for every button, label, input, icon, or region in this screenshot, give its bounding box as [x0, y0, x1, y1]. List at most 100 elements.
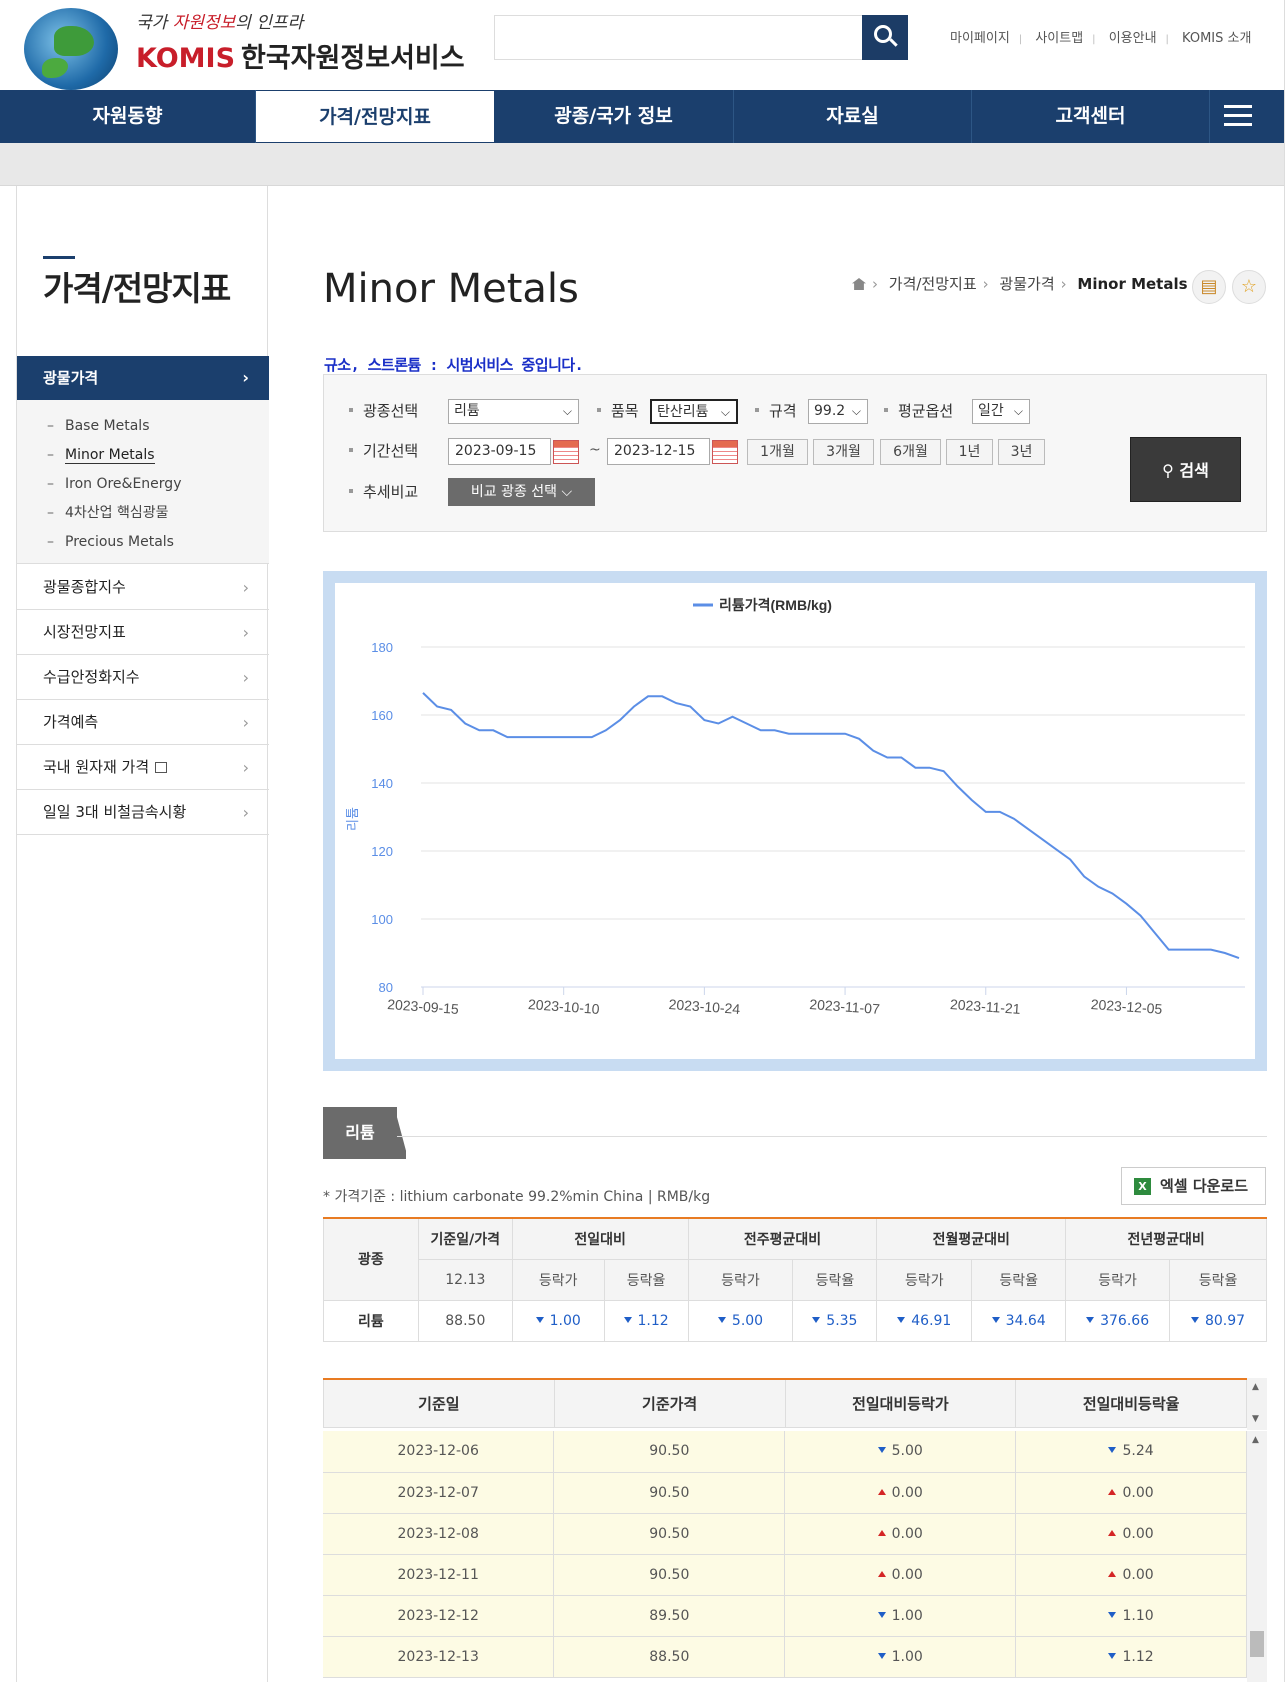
history-amt: 0.00: [784, 1472, 1017, 1514]
header-scrollbar[interactable]: ▲ ▼: [1247, 1378, 1267, 1430]
breadcrumb-item[interactable]: 가격/전망지표: [889, 275, 977, 293]
lnb-item-domestic-price[interactable]: 국내 원자재 가격 ›: [17, 745, 269, 790]
lnb-item-daily-metals[interactable]: 일일 3대 비철금속시황 ›: [17, 790, 269, 835]
period-3m-button[interactable]: 3개월: [813, 439, 874, 465]
arrow-up-icon: [877, 1529, 886, 1536]
chart-container: 80 100 120 140 160 180 2023-09-15 2023-10-10 202…: [323, 571, 1267, 1071]
lnb-item-market-outlook[interactable]: 시장전망지표 ›: [17, 610, 269, 655]
table-row: 2023-12-06 90.50 5.00 5.24: [323, 1431, 1247, 1473]
lnb-item-supply-index[interactable]: 수급안정화지수 ›: [17, 655, 269, 700]
logo-name[interactable]: KOMIS 한국자원정보서비스: [136, 36, 465, 75]
summary-sub-amt: 등락가: [687, 1258, 794, 1301]
period-6m-button[interactable]: 6개월: [880, 439, 941, 465]
history-rate: 0.00: [1015, 1513, 1247, 1555]
tab-lithium[interactable]: 리튬: [323, 1107, 397, 1159]
arrow-down-icon: [535, 1316, 544, 1323]
calendar-icon[interactable]: [712, 440, 738, 464]
lnb-sub-iron-ore[interactable]: Iron Ore&Energy: [17, 470, 269, 499]
compare-mineral-button[interactable]: 비교 광종 선택 ⌵: [448, 478, 595, 506]
spec-select[interactable]: 99.2 ⌵: [808, 399, 868, 424]
print-icon[interactable]: ▤: [1192, 270, 1226, 304]
x-tick-label: 2023-09-15: [387, 996, 460, 1017]
arrow-down-icon: [1086, 1316, 1095, 1323]
util-link-about[interactable]: KOMIS 소개: [1182, 31, 1251, 46]
history-rate: 0.00: [1015, 1472, 1247, 1514]
summary-date: 12.13: [417, 1258, 513, 1301]
trend-compare-label: 추세비교: [349, 481, 418, 502]
logo-globe-icon[interactable]: [24, 8, 118, 90]
period-label: 기간선택: [349, 440, 418, 461]
period-1m-button[interactable]: 1개월: [747, 439, 808, 465]
y-axis-label: 리튬: [345, 807, 360, 831]
period-1y-button[interactable]: 1년: [946, 439, 993, 465]
gnb-item-customer-center[interactable]: 고객센터: [972, 90, 1210, 143]
search-button[interactable]: [862, 15, 908, 60]
arrow-up-icon: [1108, 1529, 1117, 1536]
history-table-header: 기준일 기준가격 전일대비등락가 전일대비등락율: [323, 1378, 1247, 1428]
menu-icon[interactable]: [1224, 105, 1252, 127]
y-tick-label: 140: [371, 776, 393, 791]
date-to-input[interactable]: 2023-12-15: [607, 438, 710, 465]
lnb-sub-minor-metals[interactable]: Minor Metals: [17, 441, 269, 470]
chevron-right-icon: ›: [242, 668, 249, 687]
calendar-icon[interactable]: [553, 440, 579, 464]
history-amt: 1.00: [784, 1636, 1017, 1678]
lnb-item-price-forecast[interactable]: 가격예측 ›: [17, 700, 269, 745]
lnb-item-composite-index[interactable]: 광물종합지수 ›: [17, 565, 269, 610]
lnb-item-label: 광물가격: [43, 369, 99, 387]
lnb-sub-base-metals[interactable]: Base Metals: [17, 412, 269, 441]
chevron-down-icon: ⌵: [1013, 404, 1023, 418]
util-link-guide[interactable]: 이용안내: [1109, 31, 1157, 46]
history-price: 90.50: [553, 1472, 786, 1514]
avg-option-label: 평균옵션: [884, 400, 953, 421]
scroll-thumb[interactable]: [1250, 1631, 1264, 1657]
summary-day-amt: 1.00: [511, 1299, 605, 1342]
avg-option-select[interactable]: 일간 ⌵: [972, 399, 1030, 424]
service-notice: 규소, 스트론튬 : 시범서비스 중입니다.: [324, 356, 584, 374]
x-tick-label: 2023-10-10: [527, 996, 600, 1017]
gnb-item-resource-trend[interactable]: 자원동향: [0, 90, 256, 143]
tab-divider: [397, 1136, 1267, 1137]
gnb-item-library[interactable]: 자료실: [734, 90, 972, 143]
item-select[interactable]: 탄산리튬 ⌵: [650, 399, 738, 424]
main-navigation: 자원동향 가격/전망지표 광종/국가 정보 자료실 고객센터: [0, 90, 1285, 143]
y-tick-label: 80: [379, 980, 393, 995]
star-icon[interactable]: ☆: [1232, 270, 1266, 304]
search-input[interactable]: [494, 15, 862, 60]
site-header: 국가 자원정보의 인프라 KOMIS 한국자원정보서비스 마이페이지 | 사이트맵 |…: [0, 0, 1285, 90]
history-header-amt: 전일대비등락가: [784, 1378, 1017, 1428]
side-navigation: 가격/전망지표 광물가격 › Base Metals Minor Metals I…: [16, 186, 269, 1682]
lnb-sub-4th-industry[interactable]: 4차산업 핵심광물: [17, 499, 269, 528]
util-link-mypage[interactable]: 마이페이지: [950, 31, 1010, 46]
gnb-item-mineral-country[interactable]: 광종/국가 정보: [494, 90, 734, 143]
y-tick-label: 120: [371, 844, 393, 859]
summary-year-rate: 80.97: [1169, 1299, 1267, 1342]
legend-label: 리튬가격(RMB/kg): [719, 597, 832, 613]
history-price: 90.50: [553, 1554, 786, 1596]
gnb-item-price-outlook[interactable]: 가격/전망지표: [256, 91, 494, 142]
chevron-right-icon: ›: [242, 623, 249, 642]
arrow-up-icon: [877, 1570, 886, 1577]
util-link-sitemap[interactable]: 사이트맵: [1035, 31, 1083, 46]
summary-sub-rate: 등락율: [1169, 1258, 1267, 1301]
table-scrollbar[interactable]: ▲: [1247, 1431, 1267, 1682]
brand-name: KOMIS: [136, 43, 236, 74]
period-3y-button[interactable]: 3년: [998, 439, 1045, 465]
arrow-down-icon: [897, 1316, 906, 1323]
home-icon[interactable]: [852, 278, 866, 290]
date-from-input[interactable]: 2023-09-15: [448, 438, 551, 465]
chevron-right-icon: ›: [242, 803, 249, 822]
search-main-button[interactable]: ⚲ 검색: [1130, 437, 1241, 502]
excel-download-button[interactable]: X 엑셀 다운로드: [1121, 1167, 1266, 1205]
breadcrumb: › 가격/전망지표 › 광물가격 › Minor Metals: [852, 273, 1188, 294]
summary-month-rate: 34.64: [971, 1299, 1067, 1342]
spec-select-label: 규격: [755, 400, 797, 421]
history-rate: 1.12: [1015, 1636, 1247, 1678]
history-header-date: 기준일: [323, 1378, 555, 1428]
lnb-item-mineral-price[interactable]: 광물가격 ›: [17, 356, 269, 400]
lnb-sub-precious-metals[interactable]: Precious Metals: [17, 528, 269, 557]
breadcrumb-item[interactable]: 광물가격: [999, 275, 1054, 293]
arrow-up-icon: [877, 1488, 886, 1495]
search-icon: ⚲: [1162, 461, 1174, 480]
mineral-select[interactable]: 리튬 ⌵: [448, 399, 579, 424]
